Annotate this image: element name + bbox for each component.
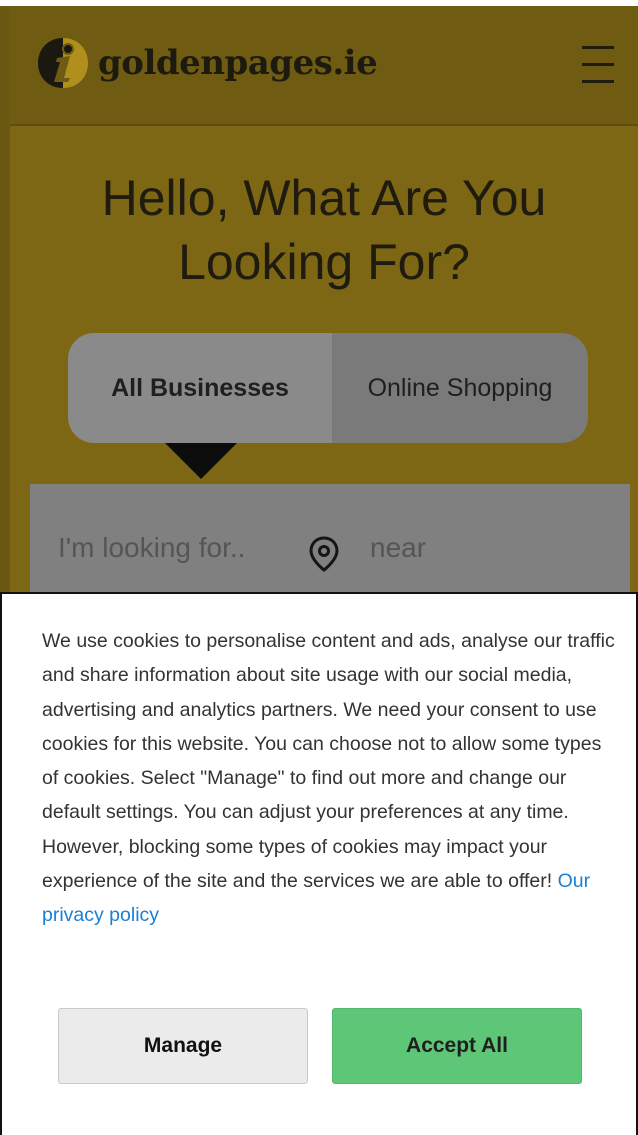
search-box — [30, 484, 630, 596]
active-tab-pointer — [165, 443, 237, 479]
cookie-consent-banner: We use cookies to personalise content an… — [0, 592, 638, 1135]
info-i-logo-icon — [38, 38, 88, 88]
cookie-message: We use cookies to personalise content an… — [42, 624, 617, 933]
logo-text: goldenpages.ie — [98, 43, 378, 83]
search-near-input[interactable] — [370, 532, 610, 564]
manage-cookies-button[interactable]: Manage — [58, 1008, 308, 1084]
tab-all-businesses[interactable]: All Businesses — [68, 333, 332, 443]
hero-title: Hello, What Are You Looking For? — [101, 170, 547, 290]
hamburger-menu-icon[interactable] — [578, 42, 618, 88]
page: goldenpages.ie Hello, What Are You Looki… — [0, 0, 638, 1135]
site-header: goldenpages.ie — [10, 6, 638, 126]
cookie-message-text: We use cookies to personalise content an… — [42, 630, 615, 893]
tab-online-shopping[interactable]: Online Shopping — [332, 333, 588, 443]
search-tabs: All Businesses Online Shopping — [68, 333, 588, 443]
site-logo[interactable]: goldenpages.ie — [34, 34, 378, 92]
hero-section: Hello, What Are You Looking For? All Bus… — [10, 126, 638, 596]
search-what-input[interactable] — [58, 532, 288, 564]
accept-all-button[interactable]: Accept All — [332, 1008, 582, 1084]
location-pin-icon — [309, 536, 339, 572]
